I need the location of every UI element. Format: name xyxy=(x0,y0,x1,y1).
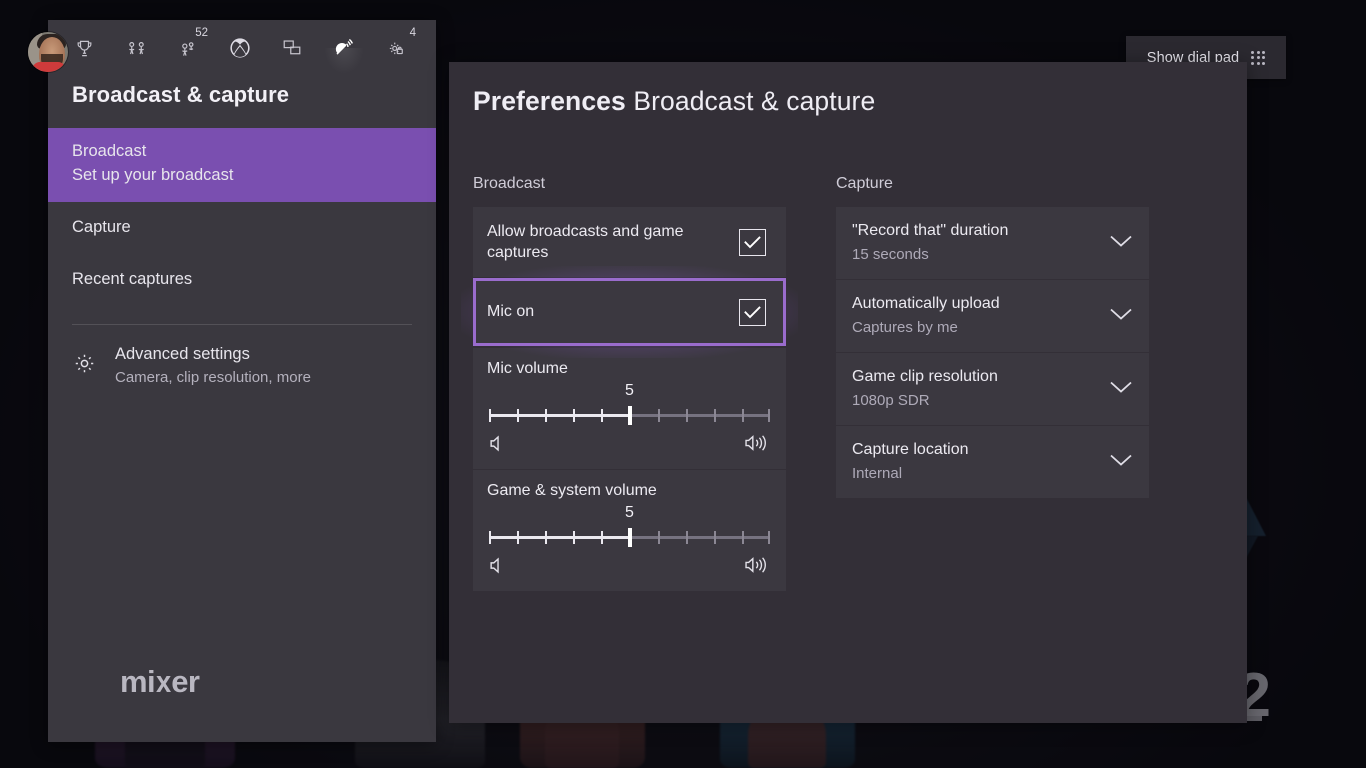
broadcast-column-heading: Broadcast xyxy=(473,175,546,192)
mic-on-focus-wrapper: Mic on xyxy=(461,266,798,359)
mixer-logo: mi x er xyxy=(120,664,200,700)
chat-icon[interactable] xyxy=(266,26,318,70)
record-that-duration-label: "Record that" duration xyxy=(852,222,1009,240)
game-bar-toolbar: 52 4 xyxy=(28,20,436,76)
friends-icon[interactable]: 52 xyxy=(162,26,214,70)
multiplayer-group-icon[interactable] xyxy=(110,26,162,70)
chevron-down-icon[interactable] xyxy=(1109,380,1133,399)
sidebar-item-recent-captures[interactable]: Recent captures xyxy=(48,254,436,306)
speaker-high-icon[interactable] xyxy=(744,556,770,579)
mic-on-checkbox[interactable] xyxy=(739,298,766,326)
speaker-mute-icon[interactable] xyxy=(489,557,508,579)
advanced-settings-subtitle: Camera, clip resolution, more xyxy=(115,368,311,386)
game-system-volume-icons xyxy=(487,554,772,581)
speaker-mute-icon[interactable] xyxy=(489,435,508,457)
sidebar-item-recent-captures-title: Recent captures xyxy=(72,269,193,288)
capture-location-row[interactable]: Capture location Internal xyxy=(836,426,1149,498)
capture-column: Capture "Record that" duration 15 second… xyxy=(836,175,1149,591)
page-title-rest: Broadcast & capture xyxy=(633,86,876,116)
game-clip-resolution-row[interactable]: Game clip resolution 1080p SDR xyxy=(836,353,1149,425)
chevron-down-icon[interactable] xyxy=(1109,234,1133,253)
game-system-volume-thumb[interactable] xyxy=(627,528,632,548)
chevron-down-icon[interactable] xyxy=(1109,453,1133,472)
game-bar-overlay-screen: 2 Show dial pad xyxy=(0,0,1366,768)
mixer-logo-x: x xyxy=(155,664,171,699)
game-clip-resolution-label: Game clip resolution xyxy=(852,368,998,386)
mic-volume-value: 5 xyxy=(625,382,634,400)
broadcast-column: Broadcast Allow broadcasts and game capt… xyxy=(461,175,798,592)
friends-badge: 52 xyxy=(195,27,208,39)
allow-broadcasts-label: Allow broadcasts and game captures xyxy=(487,223,684,262)
broadcast-capture-icon[interactable] xyxy=(318,26,370,74)
sidebar-nav-list: Broadcast Set up your broadcast Capture … xyxy=(48,128,436,388)
capture-location-label: Capture location xyxy=(852,441,969,459)
xbox-logo-icon[interactable] xyxy=(214,26,266,70)
dial-pad-grid-icon xyxy=(1251,50,1266,65)
preferences-panel: Preferences Broadcast & capture Broadcas… xyxy=(449,62,1247,723)
allow-broadcasts-row[interactable]: Allow broadcasts and game captures xyxy=(473,207,786,278)
broadcast-card-stack: Allow broadcasts and game captures Mic o… xyxy=(461,207,798,592)
capture-location-value: Internal xyxy=(852,464,903,482)
sidebar-item-capture-title: Capture xyxy=(72,217,131,236)
mixer-logo-part3: er xyxy=(171,664,200,699)
game-system-volume-slider[interactable] xyxy=(489,528,770,548)
automatically-upload-value: Captures by me xyxy=(852,318,958,336)
mic-volume-card: Mic volume 5 xyxy=(473,348,786,470)
advanced-settings-title: Advanced settings xyxy=(115,344,250,363)
speaker-high-icon[interactable] xyxy=(744,434,770,457)
sidebar-item-broadcast-title: Broadcast xyxy=(72,142,147,160)
page-title-bold: Preferences xyxy=(473,86,626,116)
game-system-volume-value: 5 xyxy=(625,504,634,522)
automatically-upload-row[interactable]: Automatically upload Captures by me xyxy=(836,280,1149,352)
sidebar-item-broadcast-subtitle: Set up your broadcast xyxy=(72,165,234,184)
capture-card-stack: "Record that" duration 15 seconds Automa… xyxy=(836,207,1149,498)
sidebar-item-broadcast[interactable]: Broadcast Set up your broadcast xyxy=(48,128,436,202)
automatically-upload-label: Automatically upload xyxy=(852,295,1000,313)
capture-column-heading: Capture xyxy=(836,175,893,192)
settings-gear-icon[interactable]: 4 xyxy=(370,26,422,70)
mic-volume-icons xyxy=(487,432,772,459)
sidebar-item-capture[interactable]: Capture xyxy=(48,202,436,254)
sidebar-item-advanced-settings[interactable]: Advanced settings Camera, clip resolutio… xyxy=(48,325,436,389)
game-system-volume-card: Game & system volume 5 xyxy=(473,470,786,592)
mic-volume-label: Mic volume xyxy=(487,360,568,378)
broadcast-capture-sidebar: 52 4 Broadcast & capture Broadcast Set u… xyxy=(28,20,436,742)
mixer-logo-part1: mi xyxy=(120,664,156,699)
record-that-duration-row[interactable]: "Record that" duration 15 seconds xyxy=(836,207,1149,279)
game-clip-resolution-value: 1080p SDR xyxy=(852,391,930,409)
settings-badge: 4 xyxy=(409,27,416,39)
mic-on-row[interactable]: Mic on xyxy=(473,278,786,347)
mic-volume-thumb[interactable] xyxy=(627,406,632,426)
preferences-columns: Broadcast Allow broadcasts and game capt… xyxy=(449,117,1247,592)
gear-icon xyxy=(72,351,97,381)
allow-broadcasts-checkbox[interactable] xyxy=(739,228,766,256)
game-system-volume-label: Game & system volume xyxy=(487,482,657,500)
record-that-duration-value: 15 seconds xyxy=(852,245,929,263)
chevron-down-icon[interactable] xyxy=(1109,307,1133,326)
page-title: Preferences Broadcast & capture xyxy=(449,62,1247,117)
mic-on-label: Mic on xyxy=(487,303,535,321)
trophy-icon[interactable] xyxy=(58,26,110,70)
sidebar-title: Broadcast & capture xyxy=(72,82,290,107)
mic-volume-slider[interactable] xyxy=(489,406,770,426)
